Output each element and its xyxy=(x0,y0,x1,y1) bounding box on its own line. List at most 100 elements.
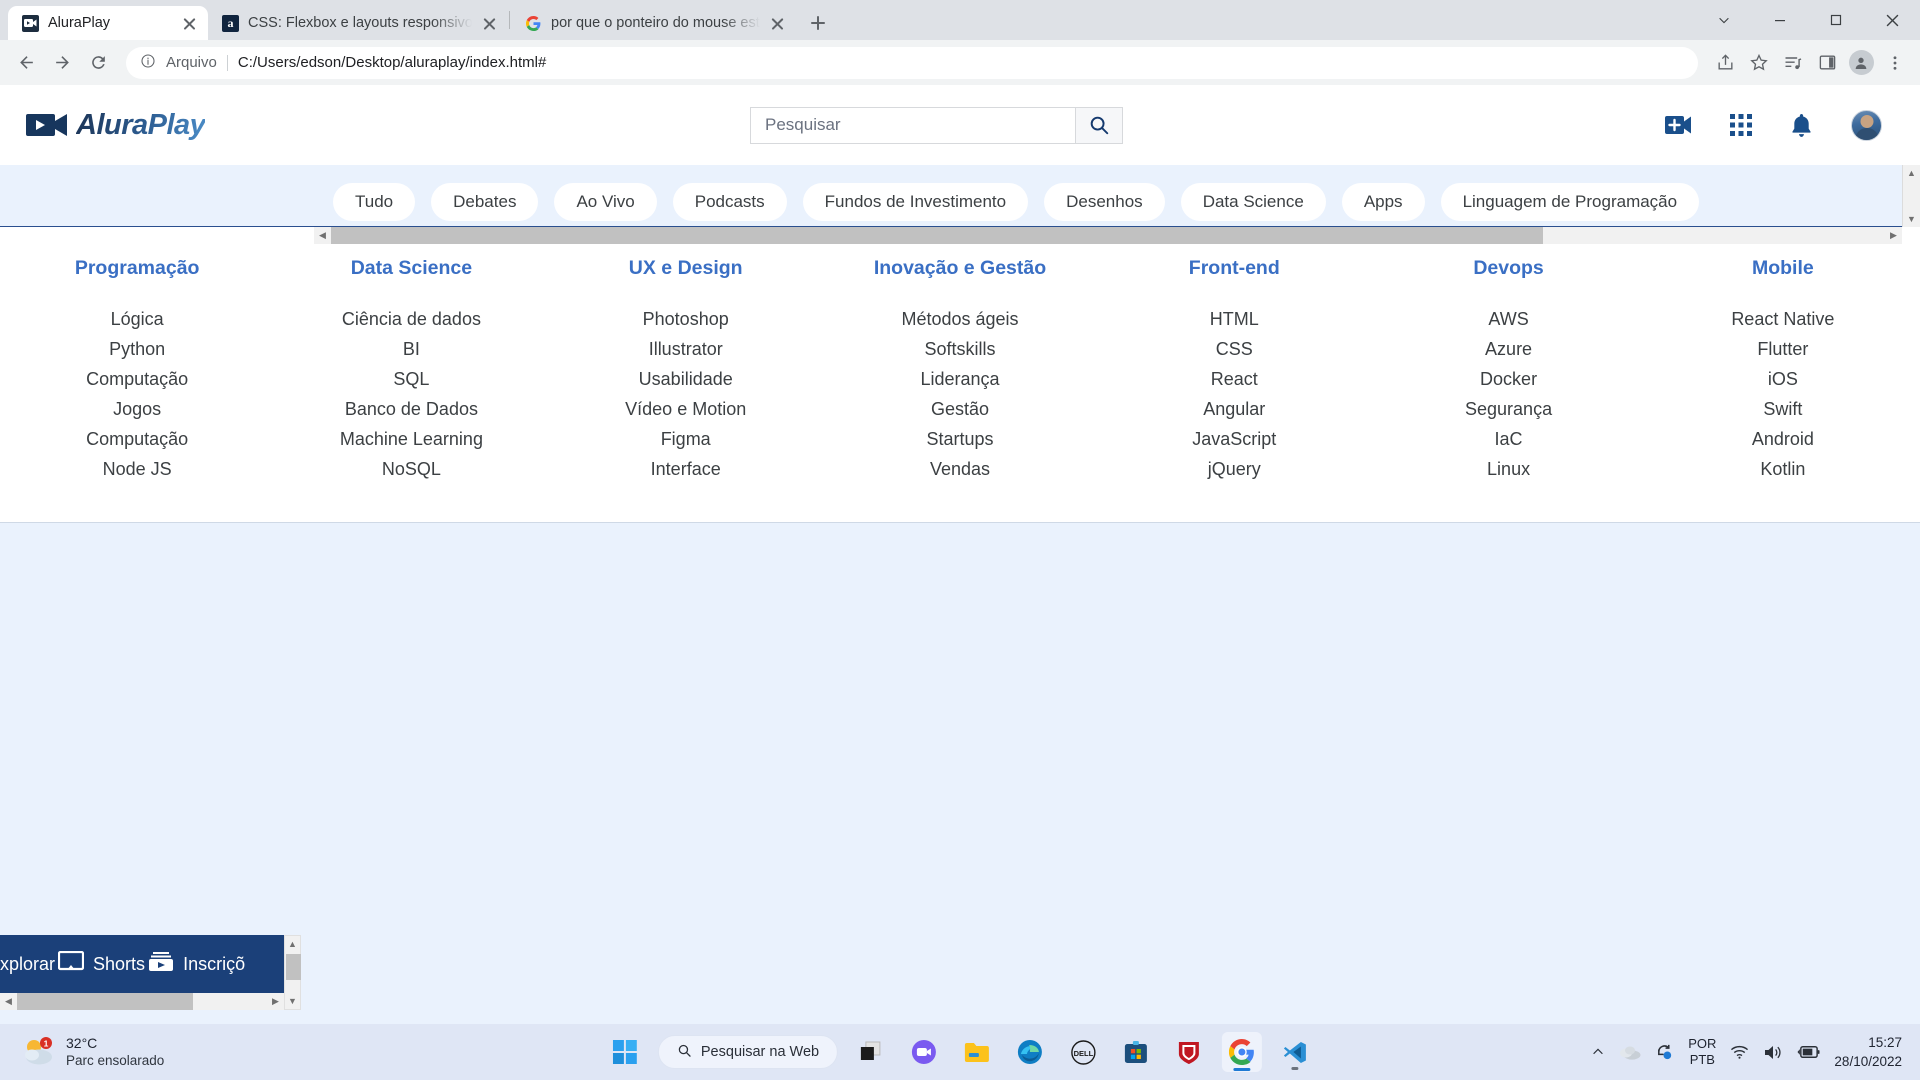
reload-button[interactable] xyxy=(82,47,114,79)
menu-item[interactable]: Figma xyxy=(549,424,823,454)
page-info-icon[interactable] xyxy=(140,53,156,73)
scroll-left-icon[interactable]: ◀ xyxy=(0,996,17,1007)
category-pill-linguagem-de-programacao[interactable]: Linguagem de Programação xyxy=(1440,183,1700,221)
notifications-bell-icon[interactable] xyxy=(1790,113,1813,138)
chrome-menu-icon[interactable] xyxy=(1880,48,1910,78)
menu-item[interactable]: Jogos xyxy=(0,394,274,424)
menu-item[interactable]: iOS xyxy=(1646,364,1920,394)
minimize-button[interactable] xyxy=(1752,0,1808,40)
menu-item[interactable]: NoSQL xyxy=(274,454,548,484)
chat-icon[interactable] xyxy=(904,1032,944,1072)
close-window-button[interactable] xyxy=(1864,0,1920,40)
menu-item[interactable]: SQL xyxy=(274,364,548,394)
menu-item[interactable]: JavaScript xyxy=(1097,424,1371,454)
user-avatar[interactable] xyxy=(1851,109,1882,141)
menu-item[interactable]: Kotlin xyxy=(1646,454,1920,484)
dell-icon[interactable]: DELL xyxy=(1063,1032,1103,1072)
menu-item[interactable]: Gestão xyxy=(823,394,1097,424)
menu-item[interactable]: Computação xyxy=(0,364,274,394)
category-pill-debates[interactable]: Debates xyxy=(431,183,539,221)
menu-item[interactable]: Illustrator xyxy=(549,334,823,364)
overlay-horizontal-scrollbar[interactable]: ◀ ▶ xyxy=(0,993,284,1010)
search-input[interactable] xyxy=(750,106,1075,144)
apps-grid-icon[interactable] xyxy=(1730,114,1752,136)
site-logo[interactable]: AluraPlay xyxy=(26,109,206,142)
taskbar-clock[interactable]: 15:27 28/10/2022 xyxy=(1834,1033,1902,1071)
maximize-button[interactable] xyxy=(1808,0,1864,40)
menu-item[interactable]: Node JS xyxy=(0,454,274,484)
reading-list-icon[interactable] xyxy=(1778,48,1808,78)
create-video-icon[interactable] xyxy=(1665,115,1692,135)
menu-item[interactable]: Lógica xyxy=(0,304,274,334)
category-pill-podcasts[interactable]: Podcasts xyxy=(672,183,787,221)
category-pill-tudo[interactable]: Tudo xyxy=(333,183,416,221)
menu-item[interactable]: Computação xyxy=(0,424,274,454)
profile-avatar-icon[interactable] xyxy=(1846,48,1876,78)
menu-item[interactable]: Banco de Dados xyxy=(274,394,548,424)
menu-item[interactable]: React xyxy=(1097,364,1371,394)
menu-item[interactable]: Ciência de dados xyxy=(274,304,548,334)
menu-item[interactable]: React Native xyxy=(1646,304,1920,334)
menu-item[interactable]: Liderança xyxy=(823,364,1097,394)
close-icon[interactable] xyxy=(769,15,786,32)
scroll-down-icon[interactable]: ▼ xyxy=(1907,211,1916,227)
search-button[interactable] xyxy=(1075,106,1123,144)
start-button[interactable] xyxy=(605,1032,645,1072)
menu-item[interactable]: Angular xyxy=(1097,394,1371,424)
menu-item[interactable]: Photoshop xyxy=(549,304,823,334)
task-view-icon[interactable] xyxy=(851,1032,891,1072)
close-icon[interactable] xyxy=(181,15,198,32)
bookmark-star-icon[interactable] xyxy=(1744,48,1774,78)
menu-item[interactable]: HTML xyxy=(1097,304,1371,334)
chrome-icon[interactable] xyxy=(1222,1032,1263,1072)
address-bar[interactable]: Arquivo C:/Users/edson/Desktop/aluraplay… xyxy=(126,46,1698,79)
scrollbar-thumb[interactable] xyxy=(286,954,301,980)
browser-tab-2[interactable]: a CSS: Flexbox e layouts responsivo xyxy=(208,6,508,40)
side-panel-icon[interactable] xyxy=(1812,48,1842,78)
menu-item[interactable]: Flutter xyxy=(1646,334,1920,364)
menu-item[interactable]: Softskills xyxy=(823,334,1097,364)
menu-item[interactable]: IaC xyxy=(1371,424,1645,454)
menu-item[interactable]: Swift xyxy=(1646,394,1920,424)
overlay-vertical-scrollbar[interactable]: ▲ ▼ xyxy=(284,935,301,1010)
vscode-icon[interactable] xyxy=(1275,1032,1315,1072)
overlay-item-shorts[interactable]: Shorts xyxy=(93,951,174,978)
menu-item[interactable]: Vídeo e Motion xyxy=(549,394,823,424)
menu-item[interactable]: Usabilidade xyxy=(549,364,823,394)
scroll-up-icon[interactable]: ▲ xyxy=(288,936,297,952)
sync-icon[interactable] xyxy=(1655,1043,1674,1062)
category-pill-data-science[interactable]: Data Science xyxy=(1180,183,1326,221)
menu-item[interactable]: BI xyxy=(274,334,548,364)
menu-item[interactable]: jQuery xyxy=(1097,454,1371,484)
menu-item[interactable]: Docker xyxy=(1371,364,1645,394)
menu-item[interactable]: CSS xyxy=(1097,334,1371,364)
browser-tab-3[interactable]: por que o ponteiro do mouse est xyxy=(511,6,796,40)
category-pill-apps[interactable]: Apps xyxy=(1341,183,1425,221)
menu-item[interactable]: Segurança xyxy=(1371,394,1645,424)
edge-icon[interactable] xyxy=(1010,1032,1050,1072)
scroll-down-icon[interactable]: ▼ xyxy=(288,993,297,1009)
file-explorer-icon[interactable] xyxy=(957,1032,997,1072)
microsoft-store-icon[interactable] xyxy=(1116,1032,1156,1072)
menu-item[interactable]: Startups xyxy=(823,424,1097,454)
overlay-item-inscricoes[interactable]: Inscriçõ xyxy=(183,954,245,975)
new-tab-button[interactable] xyxy=(804,9,832,37)
share-icon[interactable] xyxy=(1710,48,1740,78)
page-vertical-scrollbar[interactable]: ▲ ▼ xyxy=(1902,165,1920,227)
scroll-up-icon[interactable]: ▲ xyxy=(1907,165,1916,181)
scrollbar-thumb[interactable] xyxy=(17,993,193,1010)
close-icon[interactable] xyxy=(481,15,498,32)
scroll-left-icon[interactable]: ◀ xyxy=(314,230,331,241)
back-button[interactable] xyxy=(10,47,42,79)
menu-item[interactable]: Android xyxy=(1646,424,1920,454)
volume-icon[interactable] xyxy=(1763,1044,1783,1061)
overlay-item-explorar[interactable]: xplorar xyxy=(0,950,85,978)
category-pill-desenhos[interactable]: Desenhos xyxy=(1044,183,1165,221)
menu-item[interactable]: AWS xyxy=(1371,304,1645,334)
language-indicator[interactable]: POR PTB xyxy=(1688,1036,1716,1068)
scroll-right-icon[interactable]: ▶ xyxy=(1885,230,1902,241)
menu-item[interactable]: Vendas xyxy=(823,454,1097,484)
menu-item[interactable]: Machine Learning xyxy=(274,424,548,454)
tab-search-chevron-icon[interactable] xyxy=(1696,0,1752,40)
taskbar-search[interactable]: Pesquisar na Web xyxy=(657,1035,839,1069)
